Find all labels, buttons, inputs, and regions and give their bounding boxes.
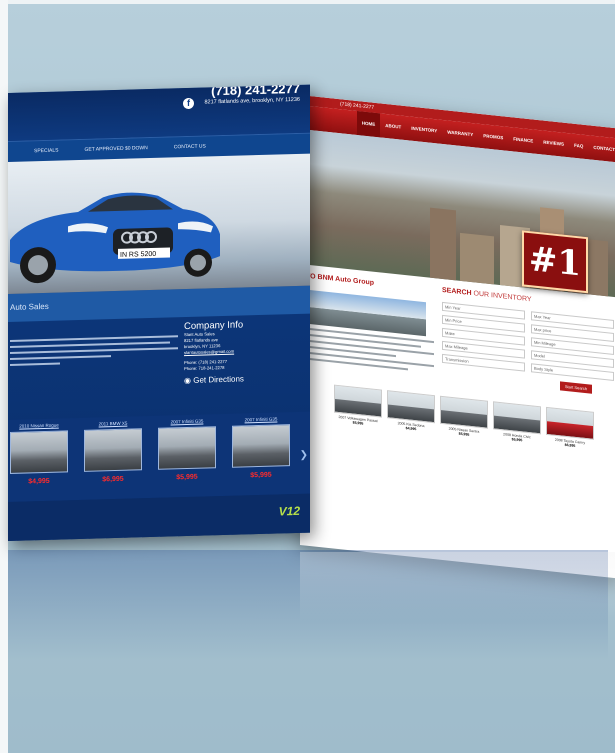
inventory-price: $5,995 — [176, 473, 198, 482]
inventory-price: $5,995 — [250, 471, 272, 480]
site-a-footer: V12 — [8, 493, 310, 541]
inventory-price: $4,995 — [28, 477, 50, 486]
carousel-next-icon[interactable]: ❯ — [300, 450, 308, 461]
car-card[interactable]: 2008 Honda Civic $5,995 — [493, 401, 541, 444]
nav-finance[interactable]: FINANCE — [508, 127, 538, 154]
car-card[interactable]: 2007 Volkswagen Passat $5,995 — [334, 384, 382, 428]
hero-car-image: IN RS 5200 — [8, 153, 310, 294]
reflection-right — [300, 552, 615, 622]
car-photo — [440, 395, 488, 429]
v12-logo: V12 — [278, 503, 300, 519]
company-info: Company Info Slant Auto Sales 8217 flatl… — [178, 314, 310, 416]
inventory-item[interactable]: 2010 Nissan Rogue $4,995 — [10, 422, 68, 486]
building — [430, 207, 456, 281]
nav-promos[interactable]: PROMOS — [478, 124, 508, 151]
inventory-item[interactable]: 2007 Infiniti G35 $5,995 — [158, 418, 216, 482]
inventory-photo — [84, 428, 142, 472]
nav-reviews[interactable]: REVIEWS — [538, 130, 569, 157]
inventory-photo — [10, 430, 68, 474]
intro-text — [8, 317, 178, 420]
blue-convertible-image: IN RS 5200 — [10, 192, 220, 284]
license-plate: IN RS 5200 — [120, 251, 156, 259]
inventory-photo — [158, 426, 216, 470]
inventory-title[interactable]: 2010 Nissan Rogue — [10, 422, 68, 429]
nav-specials[interactable]: SPECIALS — [34, 148, 58, 155]
car-card[interactable]: 2008 Toyota Camry $6,995 — [546, 406, 594, 450]
nav-get-approved[interactable]: GET APPROVED $0 DOWN — [84, 145, 147, 153]
nav-home[interactable]: HOME — [356, 110, 381, 138]
left-edge — [0, 0, 8, 753]
car-card[interactable]: 2005 Nissan Sentra $5,995 — [440, 395, 488, 439]
site-a-header: (718) 241-2277 f 8217 flatlands ave, bro… — [8, 84, 310, 141]
car-photo — [334, 384, 382, 418]
get-directions-link[interactable]: ◉ Get Directions — [184, 373, 310, 386]
number-one-badge: #1 — [522, 230, 588, 294]
nav-contact-us[interactable]: CONTACT US — [174, 143, 206, 150]
inventory-price: $6,995 — [102, 475, 124, 484]
site-a-screenshot: (718) 241-2277 f 8217 flatlands ave, bro… — [8, 84, 310, 541]
car-photo — [493, 401, 541, 435]
nav-faq[interactable]: FAQ — [569, 133, 588, 159]
inventory-title[interactable]: 2007 Infiniti G35 — [232, 416, 290, 423]
top-edge — [0, 0, 615, 4]
map-pin-icon: ◉ — [184, 375, 191, 386]
car-card[interactable]: 2005 Kia Sedona $4,995 — [387, 390, 435, 433]
nav-about[interactable]: ABOUT — [380, 113, 406, 140]
facebook-icon[interactable]: f — [183, 97, 194, 110]
inventory-carousel: 2010 Nissan Rogue $4,995 2011 BMW X5 $6,… — [8, 411, 310, 502]
inventory-item[interactable]: 2011 BMW X5 $6,995 — [84, 420, 142, 484]
car-photo — [546, 406, 594, 440]
site-b-screenshot: (718) 241-2277 HOME ABOUT INVENTORY WARR… — [300, 95, 615, 579]
inventory-title[interactable]: 2007 Infiniti G35 — [158, 418, 216, 425]
nav-contact[interactable]: CONTACT — [588, 135, 615, 162]
car-photo — [387, 390, 435, 424]
building — [460, 232, 494, 285]
search-form: Min Year Max Year Min Price Max price Ma… — [442, 301, 614, 382]
inventory-item[interactable]: 2007 Infiniti G35 $5,995 — [232, 416, 290, 480]
dealer-address: 8217 flatlands ave, brooklyn, NY 11236 — [204, 96, 300, 106]
inventory-title[interactable]: 2011 BMW X5 — [84, 420, 142, 427]
inventory-photo — [232, 424, 290, 468]
